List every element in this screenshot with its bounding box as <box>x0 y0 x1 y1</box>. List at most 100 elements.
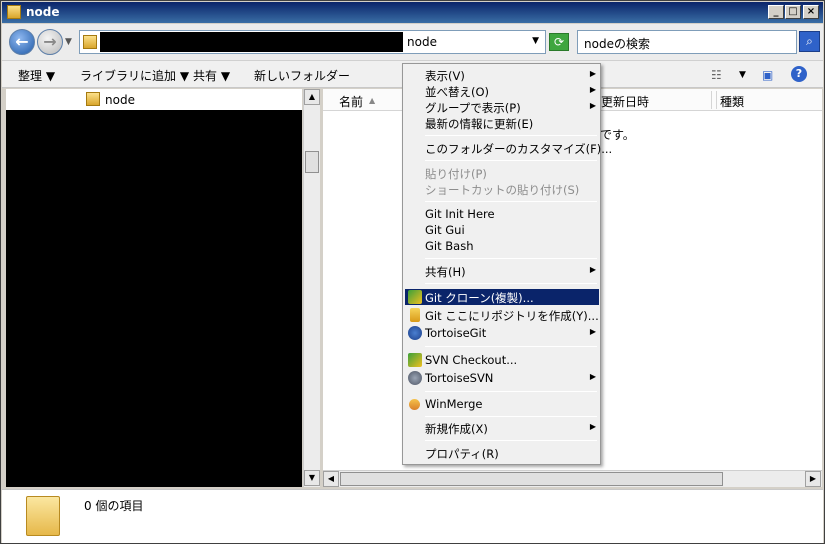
minimize-button[interactable]: _ <box>768 5 784 19</box>
back-button[interactable]: ← <box>9 29 35 55</box>
preview-pane-icon[interactable]: ▣ <box>762 68 773 82</box>
menu-separator <box>425 391 597 392</box>
scroll-right-button[interactable]: ▶ <box>805 471 821 487</box>
menu-separator <box>425 201 597 202</box>
menu-label: 並べ替え(O) <box>425 85 490 99</box>
column-type[interactable]: 種類 <box>720 93 744 110</box>
menu-item-tortoisesvn[interactable]: TortoiseSVN ▶ <box>405 370 599 386</box>
address-bar[interactable]: node ▼ <box>79 30 546 54</box>
nav-scrollbar[interactable]: ▲ ▼ <box>303 89 320 487</box>
menu-label: 新規作成(X) <box>425 422 488 436</box>
scroll-up-button[interactable]: ▲ <box>304 89 320 105</box>
recent-pages-dropdown[interactable]: ▼ <box>65 37 72 47</box>
menu-label: 表示(V) <box>425 69 465 83</box>
menu-label: Git Init Here <box>425 207 495 221</box>
menu-item-git-create-repo[interactable]: Git ここにリポジトリを作成(Y)... <box>405 307 599 323</box>
scroll-down-button[interactable]: ▼ <box>304 470 320 486</box>
menu-separator <box>425 135 597 136</box>
menu-item-git-gui[interactable]: Git Gui <box>405 222 599 238</box>
folder-icon <box>83 35 97 49</box>
menu-item-git-bash[interactable]: Git Bash <box>405 238 599 254</box>
context-menu: 表示(V) ▶ 並べ替え(O) ▶ グループで表示(P) ▶ 最新の情報に更新(… <box>402 63 612 465</box>
submenu-arrow-icon: ▶ <box>589 265 596 274</box>
menu-item-git-init[interactable]: Git Init Here <box>405 206 599 222</box>
tortoisegit-icon <box>408 326 422 340</box>
item-count: 0 個の項目 <box>84 499 144 513</box>
menu-item-new[interactable]: 新規作成(X) ▶ <box>405 420 599 436</box>
chevron-down-icon[interactable]: ▼ <box>532 36 539 46</box>
column-modified[interactable]: 更新日時 <box>601 93 649 110</box>
menu-item-group-by[interactable]: グループで表示(P) ▶ <box>405 99 599 115</box>
menu-item-properties[interactable]: プロパティ(R) <box>405 445 599 461</box>
menu-label: 貼り付け(P) <box>425 167 487 181</box>
menu-item-refresh[interactable]: 最新の情報に更新(E) <box>405 115 599 131</box>
sort-asc-icon: ▲ <box>369 96 376 105</box>
menu-item-view[interactable]: 表示(V) ▶ <box>405 67 599 83</box>
menu-label: WinMerge <box>425 397 483 411</box>
nav-item-label: node <box>105 93 135 107</box>
chevron-down-icon[interactable]: ▼ <box>739 70 746 80</box>
folder-icon <box>7 5 21 19</box>
include-library-button[interactable]: ライブラリに追加 ▼ <box>80 67 189 84</box>
menu-item-git-clone[interactable]: Git クローン(複製)... <box>405 289 599 305</box>
organize-button[interactable]: 整理 ▼ <box>18 67 55 84</box>
search-icon[interactable]: ⌕ <box>799 31 820 52</box>
navigation-pane[interactable] <box>6 89 302 487</box>
submenu-arrow-icon: ▶ <box>589 372 596 381</box>
menu-label: TortoiseSVN <box>425 371 494 385</box>
git-clone-icon <box>408 290 422 304</box>
help-icon[interactable]: ? <box>791 66 807 82</box>
share-button[interactable]: 共有 ▼ <box>193 67 230 84</box>
scroll-thumb[interactable] <box>305 151 319 173</box>
search-placeholder: nodeの検索 <box>584 37 650 51</box>
menu-label: Git Gui <box>425 223 465 237</box>
menu-separator <box>425 283 597 284</box>
explorer-window: node _ □ × ← → ▼ node ▼ ⟳ nodeの検索 ⌕ 整理 ▼… <box>0 0 825 544</box>
menu-separator <box>425 160 597 161</box>
scroll-thumb[interactable] <box>340 472 723 486</box>
menu-item-share[interactable]: 共有(H) ▶ <box>405 263 599 279</box>
address-text: node <box>407 35 437 49</box>
menu-separator <box>425 258 597 259</box>
forward-button[interactable]: → <box>37 29 63 55</box>
content-hscrollbar[interactable]: ◀ ▶ <box>323 470 822 487</box>
menu-label: Git クローン(複製)... <box>425 291 534 305</box>
maximize-button[interactable]: □ <box>785 5 801 19</box>
submenu-arrow-icon: ▶ <box>589 85 596 94</box>
menu-separator <box>425 346 597 347</box>
tortoisesvn-icon <box>408 371 422 385</box>
folder-icon <box>26 496 60 536</box>
menu-label: ショートカットの貼り付け(S) <box>425 183 580 197</box>
column-name[interactable]: 名前 <box>339 93 363 110</box>
menu-label: Git ここにリポジトリを作成(Y)... <box>425 309 599 323</box>
menu-label: Git Bash <box>425 239 474 253</box>
column-divider[interactable] <box>711 91 712 109</box>
nav-item-node[interactable]: node <box>6 89 302 110</box>
view-options-icon[interactable]: ☷ <box>711 68 722 82</box>
git-repo-icon <box>410 308 420 322</box>
refresh-button[interactable]: ⟳ <box>549 33 569 51</box>
scroll-left-button[interactable]: ◀ <box>323 471 339 487</box>
search-input[interactable]: nodeの検索 <box>577 30 797 54</box>
menu-item-paste-shortcut: ショートカットの貼り付け(S) <box>405 181 599 197</box>
folder-icon <box>86 92 100 106</box>
submenu-arrow-icon: ▶ <box>589 422 596 431</box>
menu-label: グループで表示(P) <box>425 101 521 115</box>
close-button[interactable]: × <box>803 5 819 19</box>
title-bar: node _ □ × <box>2 2 823 23</box>
menu-separator <box>425 440 597 441</box>
redacted-path <box>100 32 403 52</box>
details-pane: 0 個の項目 <box>2 489 823 543</box>
menu-item-winmerge[interactable]: WinMerge <box>405 396 599 412</box>
column-divider[interactable] <box>716 91 717 109</box>
menu-item-paste: 貼り付け(P) <box>405 165 599 181</box>
menu-label: プロパティ(R) <box>425 447 499 461</box>
menu-item-svn-checkout[interactable]: SVN Checkout... <box>405 352 599 368</box>
menu-item-tortoisegit[interactable]: TortoiseGit ▶ <box>405 325 599 341</box>
submenu-arrow-icon: ▶ <box>589 101 596 110</box>
submenu-arrow-icon: ▶ <box>589 69 596 78</box>
new-folder-button[interactable]: 新しいフォルダー <box>254 67 350 84</box>
menu-item-sort-by[interactable]: 並べ替え(O) ▶ <box>405 83 599 99</box>
window-title: node <box>26 5 60 19</box>
menu-item-customize[interactable]: このフォルダーのカスタマイズ(F)... <box>405 140 612 156</box>
